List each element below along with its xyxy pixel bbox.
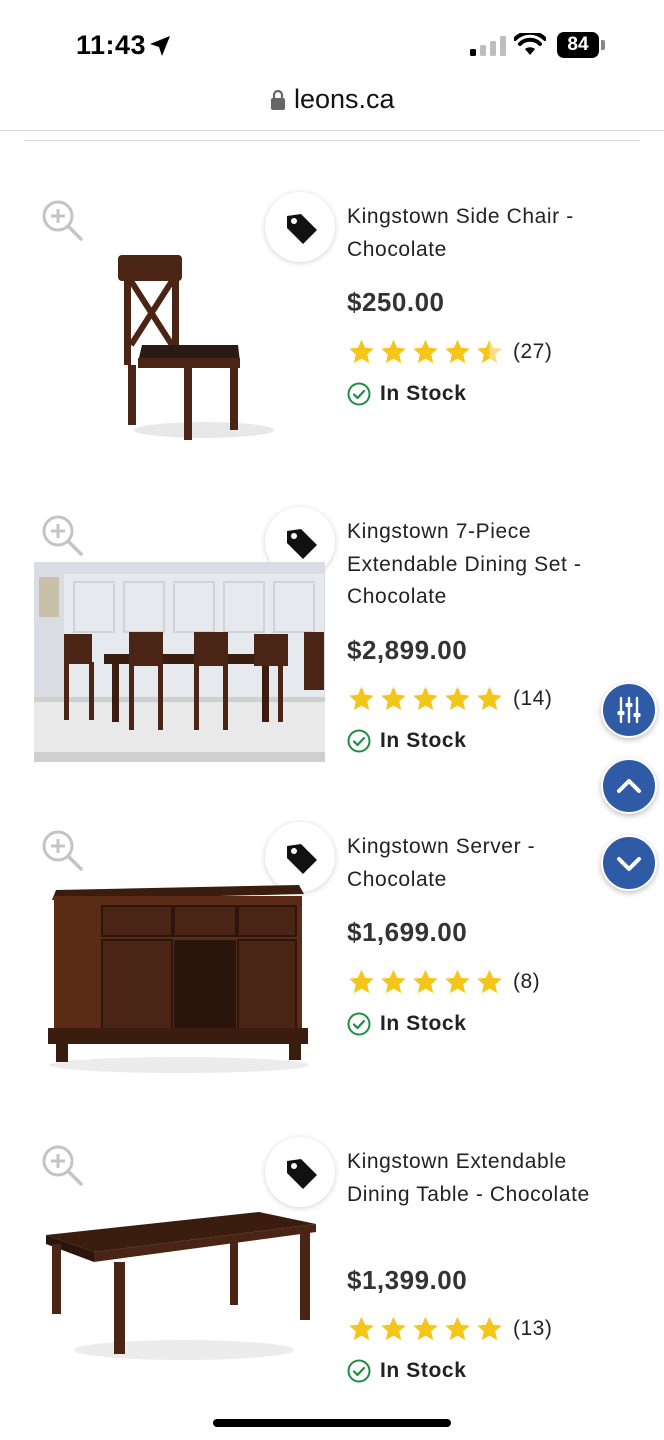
price-tag-icon bbox=[287, 844, 317, 874]
star-icon bbox=[349, 969, 374, 994]
address-bar[interactable]: leons.ca bbox=[0, 80, 664, 131]
product-card[interactable]: Kingstown Server - Chocolate $1,699.00 (… bbox=[0, 810, 600, 1110]
product-image[interactable] bbox=[34, 1200, 325, 1370]
star-icon bbox=[445, 1316, 470, 1341]
status-bar: 11:43 84 bbox=[0, 0, 664, 80]
product-name[interactable]: Kingstown 7-Piece Extendable Dining Set … bbox=[347, 516, 607, 614]
stock-status: In Stock bbox=[347, 381, 466, 407]
chevron-up-icon bbox=[617, 779, 641, 793]
product-image[interactable] bbox=[34, 250, 325, 450]
rating-stars[interactable]: (27) bbox=[347, 338, 552, 366]
cellular-signal-icon bbox=[470, 36, 506, 56]
product-price: $2,899.00 bbox=[347, 635, 468, 665]
url-text[interactable]: leons.ca bbox=[294, 84, 395, 115]
review-count[interactable]: (13) bbox=[513, 1317, 552, 1341]
star-icon bbox=[413, 969, 438, 994]
product-image[interactable] bbox=[34, 562, 325, 762]
product-card[interactable]: Kingstown Side Chair - Chocolate $250.00… bbox=[0, 180, 600, 480]
star-icon bbox=[477, 1316, 502, 1341]
star-icon bbox=[349, 339, 374, 364]
chevron-down-icon bbox=[617, 857, 641, 871]
stock-label: In Stock bbox=[380, 729, 467, 752]
star-icon bbox=[445, 339, 470, 364]
star-icon bbox=[413, 339, 438, 364]
star-icon bbox=[381, 969, 406, 994]
star-icon bbox=[477, 686, 502, 711]
product-card[interactable]: Kingstown Extendable Dining Table - Choc… bbox=[0, 1125, 600, 1425]
check-circle-icon bbox=[347, 729, 371, 753]
battery-cap bbox=[601, 40, 605, 50]
product-price: $1,699.00 bbox=[347, 917, 468, 947]
stock-label: In Stock bbox=[380, 1012, 467, 1035]
product-name[interactable]: Kingstown Side Chair - Chocolate bbox=[347, 201, 607, 266]
location-arrow-icon bbox=[150, 36, 170, 56]
check-circle-icon bbox=[347, 1359, 371, 1383]
price-tag-icon bbox=[287, 1159, 317, 1189]
review-count[interactable]: (27) bbox=[513, 340, 552, 364]
review-count[interactable]: (14) bbox=[513, 687, 552, 711]
star-icon bbox=[413, 1316, 438, 1341]
stock-status: In Stock bbox=[347, 1011, 466, 1037]
rating-stars[interactable]: (8) bbox=[347, 968, 540, 996]
review-count[interactable]: (8) bbox=[513, 970, 540, 994]
product-image[interactable] bbox=[34, 880, 325, 1080]
zoom-in-icon[interactable] bbox=[40, 828, 84, 872]
product-price: $1,399.00 bbox=[347, 1265, 468, 1295]
divider bbox=[24, 140, 640, 141]
lock-icon bbox=[271, 90, 285, 110]
star-icon bbox=[349, 686, 374, 711]
price-tag-badge[interactable] bbox=[265, 1137, 335, 1207]
zoom-in-icon[interactable] bbox=[40, 198, 84, 242]
price-tag-icon bbox=[287, 214, 317, 244]
star-icon bbox=[445, 969, 470, 994]
stock-label: In Stock bbox=[380, 1359, 467, 1382]
star-icon bbox=[445, 686, 470, 711]
star-icon bbox=[477, 969, 502, 994]
rating-stars[interactable]: (14) bbox=[347, 685, 552, 713]
check-circle-icon bbox=[347, 1012, 371, 1036]
filter-button[interactable] bbox=[601, 682, 657, 738]
rating-stars[interactable]: (13) bbox=[347, 1315, 552, 1343]
price-tag-icon bbox=[287, 529, 317, 559]
star-icon bbox=[413, 686, 438, 711]
stock-status: In Stock bbox=[347, 1358, 466, 1384]
scroll-up-button[interactable] bbox=[601, 758, 657, 814]
sliders-icon bbox=[617, 696, 641, 724]
check-circle-icon bbox=[347, 382, 371, 406]
star-icon bbox=[381, 686, 406, 711]
status-time: 11:43 bbox=[76, 30, 147, 60]
stock-status: In Stock bbox=[347, 728, 466, 754]
product-name[interactable]: Kingstown Extendable Dining Table - Choc… bbox=[347, 1146, 607, 1211]
product-price: $250.00 bbox=[347, 287, 445, 317]
battery-indicator: 84 bbox=[557, 32, 605, 58]
scroll-down-button[interactable] bbox=[601, 835, 657, 891]
product-card[interactable]: Kingstown 7-Piece Extendable Dining Set … bbox=[0, 495, 600, 795]
star-half-icon bbox=[477, 339, 502, 364]
stock-label: In Stock bbox=[380, 382, 467, 405]
product-name[interactable]: Kingstown Server - Chocolate bbox=[347, 831, 607, 896]
star-icon bbox=[349, 1316, 374, 1341]
star-icon bbox=[381, 339, 406, 364]
zoom-in-icon[interactable] bbox=[40, 1143, 84, 1187]
star-icon bbox=[381, 1316, 406, 1341]
zoom-in-icon[interactable] bbox=[40, 513, 84, 557]
wifi-icon bbox=[514, 33, 546, 55]
home-indicator[interactable] bbox=[213, 1419, 451, 1427]
battery-level: 84 bbox=[557, 32, 599, 58]
